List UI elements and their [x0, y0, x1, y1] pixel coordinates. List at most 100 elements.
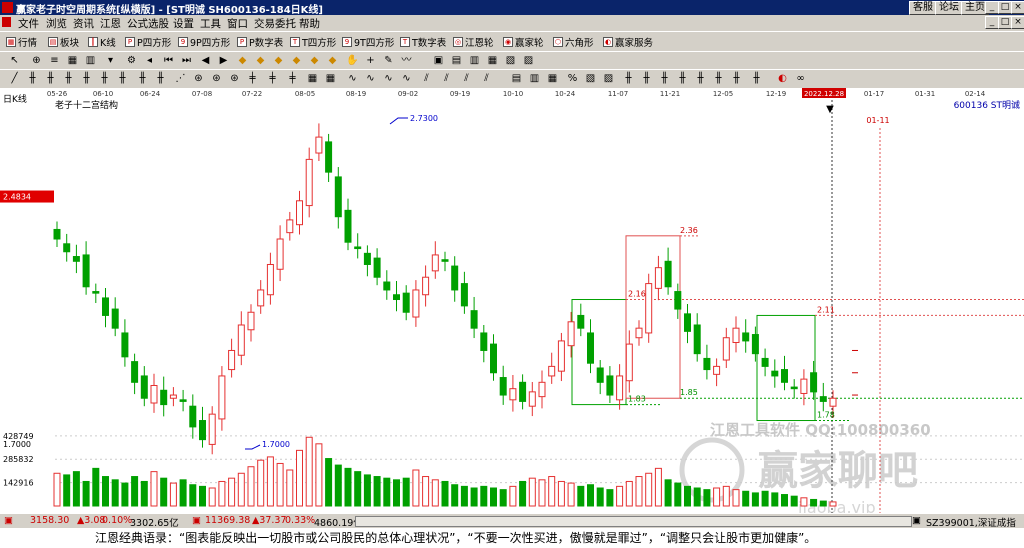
menu-trade[interactable]: 交易委托: [254, 16, 296, 31]
window-icon[interactable]: ▦: [486, 54, 499, 67]
candle-tool-icon[interactable]: ╫: [640, 72, 653, 85]
arrow-left-icon[interactable]: ◂: [143, 54, 156, 67]
close-button[interactable]: ×: [1011, 1, 1024, 14]
gann-tool-icon[interactable]: ⊛: [192, 72, 205, 85]
zoom-icon[interactable]: ⊕: [30, 54, 43, 67]
bar-tool-icon[interactable]: ╫: [80, 72, 93, 85]
toolbar-t-square-button[interactable]: T T四方形: [290, 35, 336, 49]
indicator-icon[interactable]: ▧: [584, 72, 597, 85]
channel-tool-icon[interactable]: ⫽: [460, 72, 473, 85]
prev-icon[interactable]: ◀: [199, 54, 212, 67]
toolbar-p-square-button[interactable]: P P四方形: [125, 35, 171, 49]
fib-tool-icon[interactable]: ╪: [246, 72, 259, 85]
menu-browse[interactable]: 浏览: [46, 16, 67, 31]
status-scrollbar[interactable]: [355, 516, 912, 527]
pointer-icon[interactable]: ↖: [8, 54, 21, 67]
dropdown-icon[interactable]: ▾: [104, 54, 117, 67]
maximize-button[interactable]: □: [998, 1, 1012, 14]
wave-tool-icon[interactable]: ∿: [346, 72, 359, 85]
menu-info[interactable]: 资讯: [73, 16, 94, 31]
indicator-icon[interactable]: ▦: [546, 72, 559, 85]
kline-chart[interactable]: 江恩工具软件 QQ:100800360 赢家聊吧 jiaoba.vip 05-2…: [0, 88, 1024, 517]
infinity-icon[interactable]: ∞: [794, 72, 807, 85]
diamond-icon[interactable]: ◆: [326, 54, 339, 67]
chart-icon[interactable]: ▥: [84, 54, 97, 67]
candle-tool-icon[interactable]: ╫: [676, 72, 689, 85]
first-icon[interactable]: ⏮: [162, 54, 175, 67]
list-icon[interactable]: ≡: [48, 54, 61, 67]
toolbar-hexagon-button[interactable]: ⬡ 六角形: [553, 35, 594, 49]
gear-icon[interactable]: ⚙: [125, 54, 138, 67]
grid-tool-icon[interactable]: ▦: [306, 72, 319, 85]
indicator-icon[interactable]: ▨: [602, 72, 615, 85]
toolbar-t-table-button[interactable]: T T数字表: [400, 35, 446, 49]
percent-icon[interactable]: %: [566, 72, 579, 85]
indicator-icon[interactable]: ▤: [510, 72, 523, 85]
menu-window[interactable]: 窗口: [227, 16, 248, 31]
candle-tool-icon[interactable]: ╫: [750, 72, 763, 85]
color-icon[interactable]: ◐: [776, 72, 789, 85]
last-icon[interactable]: ⏭: [180, 54, 193, 67]
wave-tool-icon[interactable]: ∿: [382, 72, 395, 85]
bar-tool-icon[interactable]: ╫: [136, 72, 149, 85]
minimize-button[interactable]: _: [985, 1, 999, 14]
bar-tool-icon[interactable]: ╫: [154, 72, 167, 85]
image-icon[interactable]: ▧: [504, 54, 517, 67]
menu-file[interactable]: 文件: [18, 16, 39, 31]
menu-help[interactable]: 帮助: [299, 16, 320, 31]
forum-button[interactable]: 论坛: [935, 1, 963, 15]
channel-tool-icon[interactable]: ⫽: [480, 72, 493, 85]
toolbar-9p-square-button[interactable]: 9 9P四方形: [178, 35, 230, 49]
print-icon[interactable]: ▥: [468, 54, 481, 67]
customer-service-button[interactable]: 客服: [909, 1, 937, 15]
draw-icon[interactable]: 〰: [400, 54, 413, 67]
toolbar-winner-wheel-button[interactable]: ◉ 赢家轮: [503, 35, 544, 49]
toolbar-service-button[interactable]: ◐ 赢家服务: [603, 35, 653, 49]
candle-tool-icon[interactable]: ╫: [730, 72, 743, 85]
menu-formula-picker[interactable]: 公式选股: [127, 16, 169, 31]
gann-tool-icon[interactable]: ⊛: [210, 72, 223, 85]
bar-tool-icon[interactable]: ╫: [44, 72, 57, 85]
fib-tool-icon[interactable]: ╪: [266, 72, 279, 85]
channel-tool-icon[interactable]: ⫽: [440, 72, 453, 85]
candle-tool-icon[interactable]: ╫: [694, 72, 707, 85]
menu-settings[interactable]: 设置: [173, 16, 194, 31]
menu-tools[interactable]: 工具: [200, 16, 221, 31]
grid-tool-icon[interactable]: ▦: [324, 72, 337, 85]
diamond-icon[interactable]: ◆: [236, 54, 249, 67]
diamond-icon[interactable]: ◆: [254, 54, 267, 67]
menu-gann[interactable]: 江恩: [100, 16, 121, 31]
toolbar-gann-wheel-button[interactable]: ◎ 江恩轮: [453, 35, 494, 49]
table-icon[interactable]: ▦: [66, 54, 79, 67]
crosshair-icon[interactable]: +: [364, 54, 377, 67]
hand-icon[interactable]: ✋: [346, 54, 359, 67]
toolbar-p-table-button[interactable]: P P数字表: [237, 35, 283, 49]
bars-icon[interactable]: ▨: [522, 54, 535, 67]
next-icon[interactable]: ▶: [217, 54, 230, 67]
fib-tool-icon[interactable]: ╪: [286, 72, 299, 85]
doc-restore-button[interactable]: □: [998, 16, 1012, 29]
pen-icon[interactable]: ✎: [382, 54, 395, 67]
doc-close-button[interactable]: ×: [1011, 16, 1024, 29]
candle-tool-icon[interactable]: ╫: [712, 72, 725, 85]
indicator-icon[interactable]: ▥: [528, 72, 541, 85]
diamond-icon[interactable]: ◆: [290, 54, 303, 67]
toolbar-sectors-button[interactable]: ▤ 板块: [48, 35, 79, 49]
candle-tool-icon[interactable]: ╫: [622, 72, 635, 85]
channel-tool-icon[interactable]: ⫽: [420, 72, 433, 85]
bar-tool-icon[interactable]: ╫: [26, 72, 39, 85]
toolbar-quotes-button[interactable]: ▦ 行情: [6, 35, 37, 49]
bar-tool-icon[interactable]: ╫: [62, 72, 75, 85]
book-icon[interactable]: ▣: [432, 54, 445, 67]
toolbar-kline-button[interactable]: ┃ K线: [88, 35, 116, 49]
bar-tool-icon[interactable]: ╫: [98, 72, 111, 85]
doc-minimize-button[interactable]: _: [985, 16, 999, 29]
diamond-icon[interactable]: ◆: [308, 54, 321, 67]
bar-tool-icon[interactable]: ╫: [116, 72, 129, 85]
candle-tool-icon[interactable]: ╫: [658, 72, 671, 85]
gann-tool-icon[interactable]: ⊛: [228, 72, 241, 85]
save-icon[interactable]: ▤: [450, 54, 463, 67]
line-tool-icon[interactable]: ╱: [8, 72, 21, 85]
toolbar-9t-square-button[interactable]: 9 9T四方形: [342, 35, 394, 49]
wave-tool-icon[interactable]: ∿: [400, 72, 413, 85]
